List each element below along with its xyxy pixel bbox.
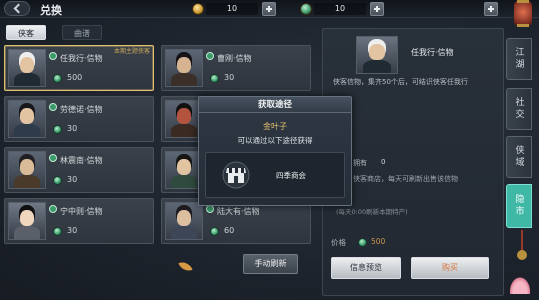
item-name: 宁中则·信物 <box>60 207 103 216</box>
side-tab-label: 江湖 <box>513 47 524 71</box>
item-price: 30 <box>67 226 78 235</box>
jade-coin-icon <box>53 125 62 134</box>
side-tab-label: 隐市 <box>513 194 524 218</box>
price-label: 价格 <box>331 238 346 247</box>
jade-coin-icon <box>53 227 62 236</box>
exchange-screen: 兑换 10 10 侠客 曲谱 任我行·信物 500 本期主题侠客 曹刚·信物 3… <box>0 0 539 300</box>
item-card[interactable]: 林震南·信物 30 <box>4 147 154 193</box>
item-price: 60 <box>224 226 235 235</box>
currency-value: 10 <box>206 3 258 15</box>
page-title: 兑换 <box>40 4 62 17</box>
item-price: 30 <box>67 175 78 184</box>
lotus-decoration <box>506 272 534 294</box>
side-tab-region[interactable]: 侠域 <box>506 136 532 178</box>
jade-coin-icon <box>53 176 62 185</box>
top-bar: 兑换 10 10 <box>0 0 539 18</box>
shield-badge-icon <box>49 103 57 111</box>
add-currency-button[interactable] <box>484 2 498 16</box>
acquisition-popup: 获取途径 金叶子 可以通过以下途径获得 四季商会 <box>198 96 352 206</box>
shop-awning-icon <box>222 161 250 189</box>
featured-tag: 本期主题侠客 <box>113 48 150 55</box>
owned-value: 0 <box>381 158 386 166</box>
popup-subtitle: 可以通过以下途径获得 <box>237 136 313 145</box>
add-currency-button[interactable] <box>262 2 276 16</box>
tab-heroes[interactable]: 侠客 <box>6 25 46 40</box>
side-tab-jianghu[interactable]: 江湖 <box>506 38 532 80</box>
detail-description: 侠客信物，集齐50个后，可结识侠客任我行 <box>333 78 468 86</box>
back-button[interactable] <box>4 1 30 16</box>
character-portrait <box>8 202 46 240</box>
side-tab-label: 侠域 <box>513 145 524 169</box>
detail-item-name: 任我行·信物 <box>411 48 454 57</box>
tab-music-scores[interactable]: 曲谱 <box>62 25 102 40</box>
character-portrait <box>8 151 46 189</box>
lantern-decoration <box>514 0 532 27</box>
source-label: 四季商会 <box>276 171 306 180</box>
source-option-four-seasons-guild[interactable]: 四季商会 <box>205 152 345 198</box>
jade-coin-icon <box>300 3 312 15</box>
item-card[interactable]: 宁中则·信物 30 <box>4 198 154 244</box>
owned-label: 拥有 <box>353 159 367 167</box>
buy-button[interactable]: 购买 <box>411 257 489 279</box>
jade-coin-icon <box>53 74 62 83</box>
character-portrait <box>8 100 46 138</box>
shield-badge-icon <box>206 205 214 213</box>
item-card[interactable]: 劳德诺·信物 30 <box>4 96 154 142</box>
tassel-knot-decoration <box>517 250 527 260</box>
item-card[interactable]: 任我行·信物 500 本期主题侠客 <box>4 45 154 91</box>
item-name: 任我行·信物 <box>60 54 103 63</box>
character-portrait <box>165 202 203 240</box>
character-portrait <box>8 49 46 87</box>
shield-badge-icon <box>49 52 57 60</box>
item-name: 陆大有·信物 <box>217 207 260 216</box>
info-preview-button[interactable]: 信息预览 <box>331 257 401 279</box>
side-tab-social[interactable]: 社交 <box>506 88 532 130</box>
item-name: 劳德诺·信物 <box>60 105 103 114</box>
item-card[interactable]: 曹刚·信物 30 <box>161 45 311 91</box>
back-arrow-icon <box>13 3 24 14</box>
jade-coin-icon <box>210 74 219 83</box>
leaf-icon <box>178 259 193 274</box>
item-name: 曹刚·信物 <box>217 54 252 63</box>
detail-note: 侠客商店，每天可刷新出售该信物 <box>353 175 458 183</box>
popup-item-name: 金叶子 <box>263 122 287 131</box>
shield-badge-icon <box>206 52 214 60</box>
refresh-note: (每天0:00刷新本期特产) <box>336 208 408 216</box>
gold-coin-icon <box>192 3 204 15</box>
add-currency-button[interactable] <box>370 2 384 16</box>
detail-price: 500 <box>371 237 386 246</box>
side-tab-label: 社交 <box>513 97 524 121</box>
currency-value: 10 <box>314 3 366 15</box>
item-name: 林震南·信物 <box>60 156 103 165</box>
item-price: 500 <box>67 73 83 82</box>
manual-refresh-button[interactable]: 手动刷新 <box>243 254 298 274</box>
side-tab-hidden-market[interactable]: 隐市 <box>506 184 532 228</box>
shield-badge-icon <box>49 154 57 162</box>
popup-title: 获取途径 <box>199 97 351 113</box>
item-price: 30 <box>224 73 235 82</box>
shield-badge-icon <box>49 205 57 213</box>
jade-coin-icon <box>210 227 219 236</box>
jade-coin-icon <box>358 238 367 247</box>
item-price: 30 <box>67 124 78 133</box>
character-portrait <box>356 36 398 74</box>
character-portrait <box>165 49 203 87</box>
